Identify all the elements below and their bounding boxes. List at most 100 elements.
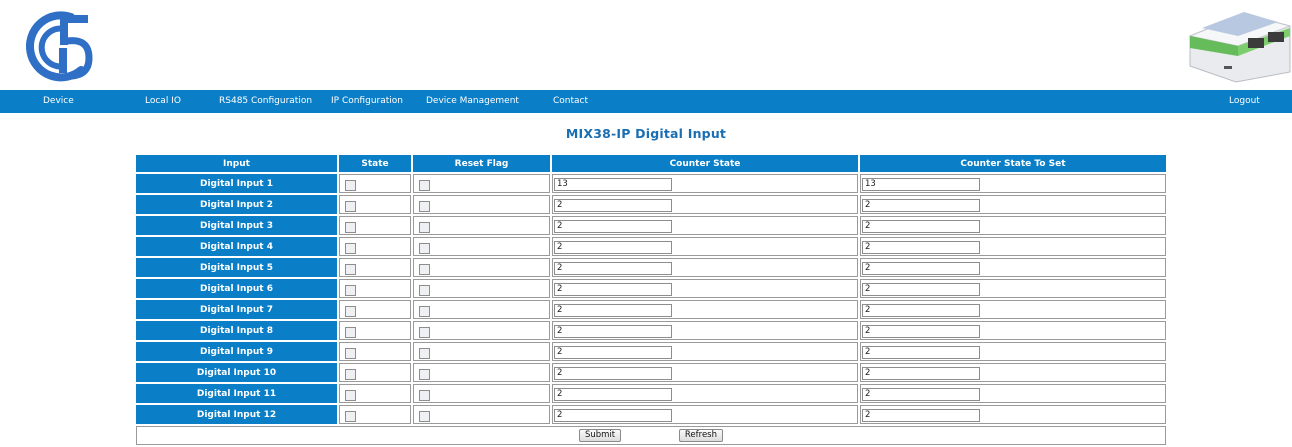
submit-button[interactable]: Submit — [578, 429, 622, 442]
row-label: Digital Input 6 — [136, 279, 337, 298]
table-row: Digital Input 1 13 13 — [136, 174, 1166, 193]
reset-flag-cell — [413, 216, 550, 235]
reset-flag-cell — [413, 300, 550, 319]
reset-flag-checkbox[interactable] — [419, 326, 430, 338]
counter-state-input[interactable]: 2 — [554, 366, 672, 380]
counter-state-to-set-input[interactable]: 2 — [862, 240, 980, 254]
nav-contact[interactable]: Contact — [553, 90, 588, 113]
counter-state-to-set-cell: 2 — [860, 300, 1166, 319]
reset-flag-checkbox[interactable] — [419, 368, 430, 380]
row-label: Digital Input 3 — [136, 216, 337, 235]
counter-state-to-set-input[interactable]: 2 — [862, 261, 980, 275]
header-state: State — [339, 155, 411, 172]
counter-state-input[interactable]: 2 — [554, 240, 672, 254]
counter-state-to-set-cell: 2 — [860, 342, 1166, 361]
counter-state-cell: 2 — [552, 384, 858, 403]
state-checkbox[interactable] — [345, 389, 356, 401]
counter-state-input[interactable]: 2 — [554, 408, 672, 422]
counter-state-to-set-input[interactable]: 2 — [862, 387, 980, 401]
reset-flag-cell — [413, 384, 550, 403]
reset-flag-checkbox[interactable] — [419, 179, 430, 191]
state-checkbox[interactable] — [345, 347, 356, 359]
reset-flag-cell — [413, 363, 550, 382]
row-label: Digital Input 10 — [136, 363, 337, 382]
state-checkbox[interactable] — [345, 263, 356, 275]
row-label: Digital Input 4 — [136, 237, 337, 256]
reset-flag-checkbox[interactable] — [419, 284, 430, 296]
refresh-button[interactable]: Refresh — [678, 429, 723, 442]
counter-state-to-set-input[interactable]: 2 — [862, 219, 980, 233]
counter-state-to-set-input[interactable]: 2 — [862, 303, 980, 317]
counter-state-cell: 2 — [552, 342, 858, 361]
state-checkbox[interactable] — [345, 242, 356, 254]
counter-state-cell: 2 — [552, 258, 858, 277]
counter-state-input[interactable]: 2 — [554, 282, 672, 296]
counter-state-input[interactable]: 2 — [554, 303, 672, 317]
nav-ip-configuration[interactable]: IP Configuration — [331, 90, 403, 113]
state-checkbox[interactable] — [345, 179, 356, 191]
header-input: Input — [136, 155, 337, 172]
counter-state-cell: 2 — [552, 195, 858, 214]
table-row: Digital Input 5 2 2 — [136, 258, 1166, 277]
state-checkbox[interactable] — [345, 326, 356, 338]
reset-flag-checkbox[interactable] — [419, 263, 430, 275]
table-row: Digital Input 7 2 2 — [136, 300, 1166, 319]
footer-cell: Submit Refresh — [136, 426, 1166, 445]
reset-flag-checkbox[interactable] — [419, 242, 430, 254]
counter-state-input[interactable]: 2 — [554, 219, 672, 233]
reset-flag-cell — [413, 195, 550, 214]
row-label: Digital Input 5 — [136, 258, 337, 277]
reset-flag-checkbox[interactable] — [419, 200, 430, 212]
counter-state-input[interactable]: 2 — [554, 345, 672, 359]
counter-state-input[interactable]: 2 — [554, 387, 672, 401]
table-row: Digital Input 2 2 2 — [136, 195, 1166, 214]
counter-state-to-set-input[interactable]: 2 — [862, 408, 980, 422]
nav-device[interactable]: Device — [43, 90, 74, 113]
row-label: Digital Input 9 — [136, 342, 337, 361]
counter-state-to-set-input[interactable]: 2 — [862, 282, 980, 296]
table-row: Digital Input 9 2 2 — [136, 342, 1166, 361]
device-photo — [1188, 12, 1292, 83]
counter-state-to-set-input[interactable]: 2 — [862, 198, 980, 212]
top-navbar: Device Local IO RS485 Configuration IP C… — [0, 90, 1292, 113]
counter-state-cell: 2 — [552, 321, 858, 340]
reset-flag-cell — [413, 237, 550, 256]
state-cell — [339, 279, 411, 298]
reset-flag-checkbox[interactable] — [419, 305, 430, 317]
nav-rs485-configuration[interactable]: RS485 Configuration — [219, 90, 312, 113]
state-checkbox[interactable] — [345, 368, 356, 380]
state-cell — [339, 216, 411, 235]
state-checkbox[interactable] — [345, 221, 356, 233]
counter-state-to-set-input[interactable]: 2 — [862, 345, 980, 359]
state-cell — [339, 363, 411, 382]
counter-state-to-set-input[interactable]: 2 — [862, 324, 980, 338]
reset-flag-cell — [413, 279, 550, 298]
state-cell — [339, 237, 411, 256]
counter-state-to-set-input[interactable]: 2 — [862, 366, 980, 380]
counter-state-input[interactable]: 2 — [554, 198, 672, 212]
nav-local-io[interactable]: Local IO — [145, 90, 181, 113]
reset-flag-checkbox[interactable] — [419, 347, 430, 359]
state-checkbox[interactable] — [345, 284, 356, 296]
reset-flag-checkbox[interactable] — [419, 389, 430, 401]
table-row: Digital Input 8 2 2 — [136, 321, 1166, 340]
counter-state-to-set-input[interactable]: 13 — [862, 177, 980, 191]
header-reset-flag: Reset Flag — [413, 155, 550, 172]
state-cell — [339, 384, 411, 403]
nav-device-management[interactable]: Device Management — [426, 90, 519, 113]
state-checkbox[interactable] — [345, 305, 356, 317]
counter-state-to-set-cell: 13 — [860, 174, 1166, 193]
counter-state-to-set-cell: 2 — [860, 195, 1166, 214]
table-footer-row: Submit Refresh — [136, 426, 1166, 445]
reset-flag-checkbox[interactable] — [419, 410, 430, 422]
table-header-row: Input State Reset Flag Counter State Cou… — [136, 155, 1166, 172]
counter-state-to-set-cell: 2 — [860, 237, 1166, 256]
counter-state-to-set-cell: 2 — [860, 384, 1166, 403]
counter-state-input[interactable]: 2 — [554, 261, 672, 275]
state-checkbox[interactable] — [345, 200, 356, 212]
reset-flag-checkbox[interactable] — [419, 221, 430, 233]
counter-state-input[interactable]: 13 — [554, 177, 672, 191]
counter-state-input[interactable]: 2 — [554, 324, 672, 338]
nav-logout[interactable]: Logout — [1229, 90, 1260, 113]
state-checkbox[interactable] — [345, 410, 356, 422]
